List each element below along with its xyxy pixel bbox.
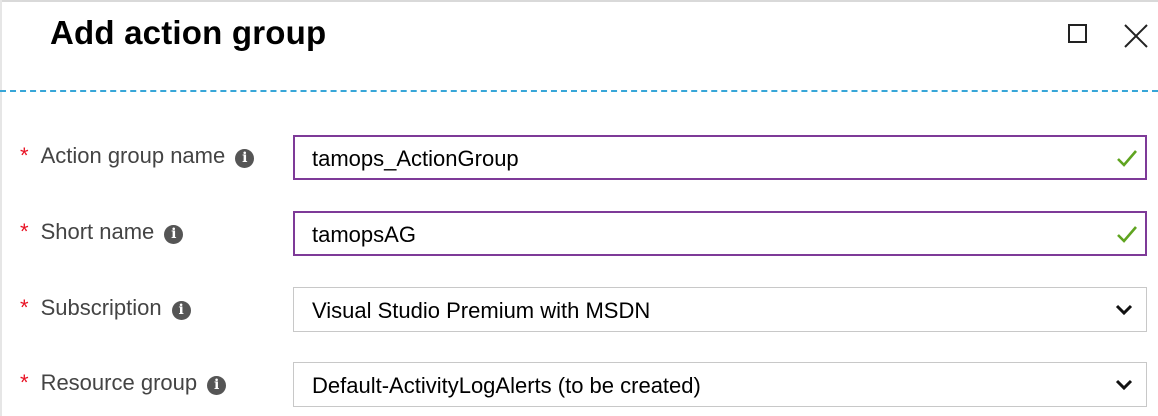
chevron-down-icon — [1115, 379, 1133, 391]
top-border — [0, 0, 1158, 2]
required-marker: * — [20, 295, 29, 320]
info-icon[interactable]: i — [235, 148, 255, 168]
action-group-name-label-text: Action group name — [40, 143, 226, 168]
checkmark-icon — [1117, 150, 1137, 167]
short-name-label-text: Short name — [40, 219, 155, 244]
info-icon[interactable]: i — [164, 224, 184, 244]
blade-title: Add action group — [50, 14, 327, 51]
subscription-label-text: Subscription — [40, 295, 162, 320]
required-marker: * — [20, 370, 29, 395]
close-button[interactable] — [1116, 16, 1156, 56]
subscription-label: * Subscription i — [20, 295, 191, 321]
subscription-dropdown[interactable]: Visual Studio Premium with MSDN — [293, 287, 1147, 332]
resource-group-label: * Resource group i — [20, 370, 227, 396]
action-group-name-value: tamops_ActionGroup — [312, 146, 519, 171]
required-marker: * — [20, 143, 29, 168]
close-icon — [1124, 24, 1148, 48]
action-group-name-input[interactable]: tamops_ActionGroup — [293, 135, 1147, 180]
short-name-value: tamopsAG — [312, 222, 416, 247]
left-border — [0, 0, 2, 416]
short-name-row: * Short name i tamopsAG — [0, 211, 1158, 257]
subscription-row: * Subscription i Visual Studio Premium w… — [0, 287, 1158, 333]
resource-group-dropdown[interactable]: Default-ActivityLogAlerts (to be created… — [293, 362, 1147, 407]
checkmark-icon — [1117, 226, 1137, 243]
resource-group-label-text: Resource group — [40, 370, 198, 395]
action-group-name-row: * Action group name i tamops_ActionGroup — [0, 135, 1158, 181]
resource-group-selected-value: Default-ActivityLogAlerts (to be created… — [312, 373, 701, 398]
chevron-down-icon — [1115, 304, 1133, 316]
info-icon[interactable]: i — [207, 375, 227, 395]
subscription-selected-value: Visual Studio Premium with MSDN — [312, 298, 651, 323]
short-name-input[interactable]: tamopsAG — [293, 211, 1147, 256]
maximize-button[interactable] — [1060, 16, 1100, 56]
info-icon[interactable]: i — [171, 300, 191, 320]
header-divider — [0, 90, 1158, 92]
resource-group-row: * Resource group i Default-ActivityLogAl… — [0, 362, 1158, 408]
short-name-label: * Short name i — [20, 219, 184, 245]
add-action-group-blade: Add action group * Action group name i t… — [0, 0, 1158, 416]
action-group-name-label: * Action group name i — [20, 143, 255, 169]
required-marker: * — [20, 219, 29, 244]
maximize-icon — [1068, 24, 1087, 43]
